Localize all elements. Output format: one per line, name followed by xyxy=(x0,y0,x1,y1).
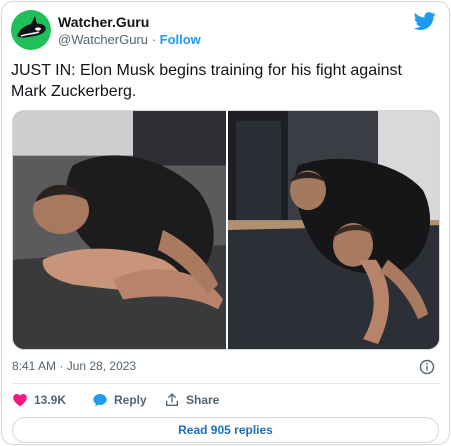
training-photo-left[interactable] xyxy=(13,111,226,349)
tweet-media[interactable] xyxy=(12,110,440,350)
likes-count: 13.9K xyxy=(34,393,67,407)
display-name[interactable]: Watcher.Guru xyxy=(58,14,201,31)
training-photo-right[interactable] xyxy=(228,111,440,349)
info-icon[interactable] xyxy=(419,359,435,375)
read-replies-button[interactable]: Read 905 replies xyxy=(12,417,439,443)
like-button[interactable]: 13.9K xyxy=(12,392,66,408)
orca-logo-icon xyxy=(17,16,46,38)
separator-dot: · xyxy=(151,32,156,47)
share-label: Share xyxy=(186,393,220,407)
share-button[interactable]: Share xyxy=(164,392,219,408)
avatar[interactable] xyxy=(11,10,51,50)
tweet-text: JUST IN: Elon Musk begins training for h… xyxy=(11,62,402,100)
share-icon xyxy=(166,393,178,406)
account-info: Watcher.Guru @WatcherGuru · Follow xyxy=(58,14,201,48)
handle-line: @WatcherGuru · Follow xyxy=(58,31,201,48)
heart-icon xyxy=(13,394,27,407)
timestamp[interactable]: 8:41 AM · Jun 28, 2023 xyxy=(12,359,136,373)
follow-button[interactable]: Follow xyxy=(160,32,201,47)
tweet-card: Watcher.Guru @WatcherGuru · Follow JUST … xyxy=(1,1,450,445)
reply-label: Reply xyxy=(114,393,147,407)
reply-bubble-icon xyxy=(93,394,107,407)
twitter-bird-icon[interactable] xyxy=(414,10,436,32)
reply-button[interactable]: Reply xyxy=(92,392,147,408)
divider xyxy=(12,383,439,384)
tweet-header: Watcher.Guru @WatcherGuru · Follow xyxy=(11,10,440,50)
timestamp-row: 8:41 AM · Jun 28, 2023 xyxy=(12,359,439,377)
account-handle[interactable]: @WatcherGuru xyxy=(58,32,148,47)
